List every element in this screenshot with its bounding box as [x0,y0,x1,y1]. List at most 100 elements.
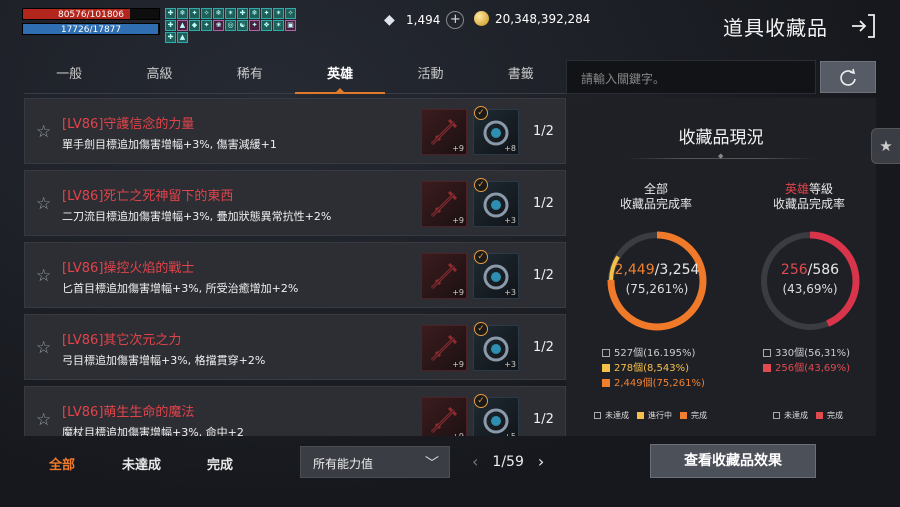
tab-normal[interactable]: 一般 [24,60,114,93]
all-ring-text: 2,449/3,254 (75,261%) [602,262,712,296]
buff-icon: ☯ [237,20,248,31]
check-icon: ✓ [474,106,488,120]
hero-legend-complete: 256個(43,69%) [775,363,851,374]
exit-icon[interactable] [848,12,876,40]
item-enhance-level: +9 [452,432,464,436]
weapon-item-slot[interactable]: +9 [421,253,467,299]
buff-icon: ✦ [249,20,260,31]
filter-all[interactable]: 全部 [49,454,75,473]
pagination: ‹ 1/59 › [472,452,544,471]
collection-status-panel: 收藏品現況 全部 收藏品完成率 英雄等級 收藏品完成率 2,449/3,254 … [566,98,876,436]
collection-effect: 單手劍目標追加傷害增幅+3%, 傷害減緩+1 [62,138,277,151]
diamond-amount: 1,494 [406,13,441,27]
accessory-item-slot[interactable]: ✓ +3 [473,178,519,227]
item-enhance-level: +3 [504,288,516,297]
item-enhance-level: +9 [452,288,464,297]
collection-effect: 弓目標追加傷害增幅+3%, 格擋貫穿+2% [62,354,266,367]
accessory-item-slot[interactable]: ✓ +8 [473,106,519,155]
collection-row[interactable]: ☆ [LV86]其它次元之力 弓目標追加傷害增幅+3%, 格擋貫穿+2% +9 ✓ +3 1… [24,314,566,380]
accessory-item-slot[interactable]: ✓ +3 [473,250,519,299]
weapon-item-slot[interactable]: +9 [421,181,467,227]
hero-key: 未達成 完成 [773,410,843,421]
prev-page-button[interactable]: ‹ [472,452,478,471]
key-complete: 完成 [691,411,707,420]
weapon-item-slot[interactable]: +9 [421,325,467,371]
hero-key-complete: 完成 [827,411,843,420]
all-legend: 527個(16.195%) 278個(8,543%) 2,449個(75,261… [602,346,705,391]
tab-hero[interactable]: 英雄 [294,60,386,94]
all-done-count: 2,449 [614,262,655,278]
bookmark-star-icon[interactable]: ☆ [36,410,51,430]
search-input[interactable]: 請輸入關鍵字。 [566,60,816,94]
diamond-icon: ◆ [384,12,395,28]
bookmark-star-icon[interactable]: ☆ [36,122,51,142]
collection-title: [LV86]死亡之死神留下的東西 [62,189,234,204]
next-page-button[interactable]: › [538,452,544,471]
bookmark-star-icon[interactable]: ☆ [36,266,51,286]
all-label: 全部 [643,182,668,196]
category-tabs: 一般 高級 稀有 英雄 活動 書籤 [24,60,566,94]
collection-row[interactable]: ☆ [LV86]萌生生命的魔法魔杖目標追加傷害增幅+3%, 命中+2 +9 ✓ +5 1/… [24,386,566,436]
collection-row[interactable]: ☆ [LV86]守護信念的力量 單手劍目標追加傷害增幅+3%, 傷害減緩+1 +9 ✓ +… [24,98,566,164]
collection-row[interactable]: ☆ [LV86]死亡之死神留下的東西二刀流目標追加傷害增幅+3%, 疊加狀態異常抗… [24,170,566,236]
hero-legend-incomplete: 330個(56,31%) [775,348,851,359]
panel-title: 收藏品現況 [678,128,764,148]
view-collection-effect-button[interactable]: 查看收藏品效果 [650,444,816,478]
weapon-item-slot[interactable]: +9 [421,109,467,155]
tab-bookmark[interactable]: 書籤 [476,60,566,93]
diamond-currency: ◆ 1,494 + [384,11,465,29]
page-indicator: 1/59 [492,453,524,470]
accessory-item-slot[interactable]: ✓ +3 [473,322,519,371]
hero-label-grade: 英雄 [784,182,809,196]
collection-effect: 魔杖目標追加傷害增幅+3%, 命中+2 [62,426,244,436]
check-icon: ✓ [474,178,488,192]
buff-icon: ✧ [285,8,296,19]
side-star-tab[interactable]: ★ [871,128,900,164]
hero-key-incomplete: 未達成 [784,411,808,420]
buff-icon: ❖ [261,20,272,31]
collection-effect: 匕首目標追加傷害增幅+3%, 所受治癒增加+2% [62,282,299,295]
weapon-item-slot[interactable]: +9 [421,397,467,436]
buff-icon: ▲ [177,20,188,31]
collection-count: 1/2 [533,196,554,211]
all-legend-complete: 2,449個(75,261%) [614,378,705,389]
accessory-item-slot[interactable]: ✓ +5 [473,394,519,436]
tab-rare[interactable]: 稀有 [205,60,295,93]
player-status: 80576/101806 17726/17877 [22,8,160,38]
item-enhance-level: +9 [452,360,464,369]
buff-icon: ◆ [189,20,200,31]
collection-count: 1/2 [533,340,554,355]
collection-list: ☆ [LV86]守護信念的力量 單手劍目標追加傷害增幅+3%, 傷害減緩+1 +9 ✓ +… [24,98,566,436]
add-diamond-button[interactable]: + [446,11,465,29]
filter-complete[interactable]: 完成 [207,454,233,473]
buff-icon: ✦ [201,20,212,31]
all-legend-incomplete: 527個(16.195%) [614,348,696,359]
search-button[interactable] [820,61,876,93]
bookmark-star-icon[interactable]: ☆ [36,338,51,358]
gold-coin-icon [474,11,489,26]
check-icon: ✓ [474,250,488,264]
buff-icon: ✚ [165,32,176,43]
divider [626,152,816,160]
all-label-sub: 收藏品完成率 [619,197,692,211]
collection-count: 1/2 [533,412,554,427]
filter-incomplete[interactable]: 未達成 [122,454,161,473]
item-enhance-level: +9 [452,216,464,225]
mp-text: 17726/17877 [60,25,122,35]
all-percent: (75,261%) [625,282,689,296]
bookmark-star-icon[interactable]: ☆ [36,194,51,214]
collection-count: 1/2 [533,124,554,139]
check-icon: ✓ [474,322,488,336]
collection-effect: 二刀流目標追加傷害增幅+3%, 疊加狀態異常抗性+2% [62,210,332,223]
stat-filter-dropdown[interactable]: 所有能力值 ﹀ [300,446,450,478]
tab-event[interactable]: 活動 [385,60,475,93]
collection-title: [LV86]萌生生命的魔法 [62,405,195,420]
buff-icon: ✦ [261,8,272,19]
item-enhance-level: +3 [504,360,516,369]
buff-icon: ▲ [177,32,188,43]
gold-amount: 20,348,392,284 [495,11,591,26]
collection-title: [LV86]操控火焰的戰士 [62,261,195,276]
hero-label-level: 等級 [809,182,834,196]
tab-advanced[interactable]: 高級 [114,60,204,93]
collection-row[interactable]: ☆ [LV86]操控火焰的戰士匕首目標追加傷害增幅+3%, 所受治癒增加+2% +9… [24,242,566,308]
